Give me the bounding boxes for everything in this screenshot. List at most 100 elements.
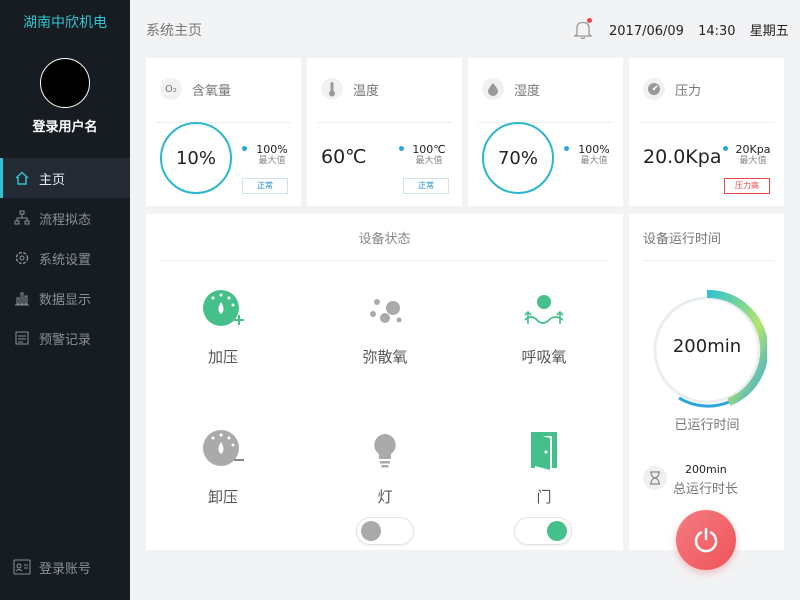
- header: 系统主页 2017/06/09 14:30 星期五: [130, 0, 800, 58]
- breathing-oxygen-icon: [522, 288, 566, 332]
- card-header: 压力: [643, 76, 701, 102]
- sidebar-nav: 主页 流程拟态 系统设置 数据显示 预警记录: [0, 158, 130, 358]
- flow-icon: [13, 209, 31, 227]
- record-icon: [13, 329, 31, 347]
- hourglass-icon: [643, 466, 667, 490]
- indicator-dot: [564, 146, 569, 151]
- sidebar-item-label: 系统设置: [39, 252, 92, 268]
- account-card-icon: [13, 558, 31, 576]
- notification-dot: [587, 18, 592, 23]
- sidebar-item-data[interactable]: 数据显示: [0, 278, 130, 318]
- depressurize-icon: [201, 428, 245, 472]
- max-label: 最大值: [580, 156, 608, 166]
- total-runtime-value: 200min: [685, 463, 727, 476]
- weekday: 星期五: [749, 24, 789, 39]
- username: 登录用户名: [32, 120, 98, 135]
- card-header: O₂ 含氧量: [160, 76, 231, 102]
- card-title: 温度: [353, 83, 380, 99]
- runtime-label: 已运行时间: [674, 418, 740, 433]
- device-breathing-oxygen[interactable]: 呼吸氧: [479, 288, 609, 367]
- temperature-value: 60℃: [321, 146, 367, 168]
- device-light[interactable]: 灯: [320, 428, 450, 507]
- pressure-gauge-icon: [643, 78, 665, 100]
- device-label: 弥散氧: [362, 348, 408, 366]
- diffuse-oxygen-icon: [363, 288, 407, 332]
- sidebar-item-alerts[interactable]: 预警记录: [0, 318, 130, 358]
- sidebar-item-flow[interactable]: 流程拟态: [0, 198, 130, 238]
- pressure-card: 压力 20.0Kpa 20Kpa 最大值 压力高: [629, 58, 784, 206]
- sidebar: 湖南中欣机电 登录用户名 主页 流程拟态 系统设置 数据显示 预警记录 登录账号: [0, 0, 130, 600]
- max-value: 100℃: [412, 143, 446, 156]
- max-value: 100%: [256, 143, 288, 156]
- indicator-dot: [723, 146, 728, 151]
- toggle-knob: [361, 521, 381, 541]
- divider: [639, 122, 774, 123]
- divider: [160, 260, 609, 261]
- device-depressurize[interactable]: 卸压: [158, 428, 288, 507]
- device-label: 灯: [377, 488, 393, 506]
- home-icon: [13, 169, 31, 187]
- toggle-knob: [547, 521, 567, 541]
- runtime-value: 200min: [672, 336, 742, 357]
- card-title: 压力: [675, 83, 702, 99]
- avatar[interactable]: [40, 58, 90, 108]
- device-door[interactable]: 门: [479, 428, 609, 507]
- thermometer-icon: [321, 78, 343, 100]
- card-header: 温度: [321, 76, 379, 102]
- oxygen-card: O₂ 含氧量 10% 100% 最大值 正常: [146, 58, 301, 206]
- sidebar-item-label: 预警记录: [39, 332, 92, 348]
- divider: [643, 260, 774, 261]
- device-label: 卸压: [207, 488, 238, 506]
- page-title: 系统主页: [146, 23, 202, 39]
- card-title: 湿度: [514, 83, 541, 99]
- max-value-box: 100% 最大值: [242, 144, 302, 167]
- gauge-value: 70%: [497, 147, 538, 169]
- temperature-card: 温度 60℃ 100℃ 最大值 正常: [307, 58, 462, 206]
- divider: [478, 122, 613, 123]
- device-label: 加压: [207, 348, 238, 366]
- login-account-button[interactable]: 登录账号: [0, 552, 130, 582]
- sidebar-item-label: 数据显示: [39, 292, 92, 308]
- total-runtime-label: 总运行时长: [673, 482, 739, 497]
- max-value-box: 100℃ 最大值: [399, 144, 459, 167]
- device-status-panel: 设备状态 加压 弥散氧 呼吸氧 卸压 灯 门: [146, 214, 623, 550]
- device-label: 门: [536, 488, 552, 506]
- max-value: 100%: [578, 143, 610, 156]
- device-pressurize[interactable]: 加压: [158, 288, 288, 367]
- divider: [156, 122, 291, 123]
- device-diffuse-oxygen[interactable]: 弥散氧: [320, 288, 450, 367]
- max-label: 最大值: [258, 156, 286, 166]
- pressurize-icon: [201, 288, 245, 332]
- login-account-label: 登录账号: [39, 561, 92, 577]
- power-button[interactable]: [676, 510, 736, 570]
- runtime-panel: 设备运行时间 200min 已运行时间 200min 总运行时长: [629, 214, 784, 550]
- date: 2017/06/09: [609, 24, 684, 39]
- brand-title: 湖南中欣机电: [23, 15, 107, 31]
- max-value-box: 100% 最大值: [564, 144, 624, 167]
- sidebar-item-label: 流程拟态: [39, 212, 92, 228]
- card-header: 湿度: [482, 76, 540, 102]
- panel-title: 设备运行时间: [643, 232, 722, 247]
- bell-icon[interactable]: [572, 18, 594, 40]
- status-badge: 正常: [242, 178, 288, 194]
- gear-icon: [13, 249, 31, 267]
- gauge-value: 10%: [175, 147, 216, 169]
- alarm-badge: 压力高: [724, 178, 770, 194]
- oxygen-icon: O₂: [160, 78, 182, 100]
- sidebar-item-home[interactable]: 主页: [0, 158, 130, 198]
- max-label: 最大值: [415, 156, 443, 166]
- time: 14:30: [698, 24, 736, 39]
- oxygen-gauge: 10%: [160, 122, 232, 194]
- card-title: 含氧量: [192, 83, 232, 99]
- status-badge: 正常: [403, 178, 449, 194]
- humidity-gauge: 70%: [482, 122, 554, 194]
- datetime: 2017/06/09 14:30 星期五: [609, 20, 799, 39]
- indicator-dot: [399, 146, 404, 151]
- panel-title: 设备状态: [358, 232, 411, 247]
- sidebar-item-label: 主页: [39, 172, 66, 188]
- door-toggle[interactable]: [514, 517, 572, 545]
- sidebar-item-settings[interactable]: 系统设置: [0, 238, 130, 278]
- light-toggle[interactable]: [356, 517, 414, 545]
- light-bulb-icon: [363, 428, 407, 472]
- max-value: 20Kpa: [735, 143, 771, 156]
